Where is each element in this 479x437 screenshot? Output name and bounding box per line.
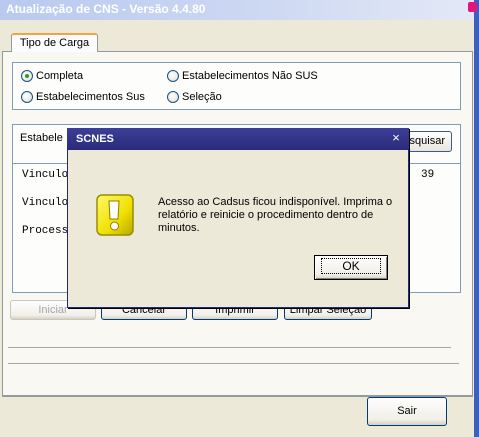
window-title: Atualização de CNS - Versão 4.4.80 [6, 2, 206, 16]
radio-selecao[interactable]: Seleção [167, 91, 222, 103]
warning-icon [95, 192, 135, 238]
radio-estabelecimentos-nao-sus[interactable]: Estabelecimentos Não SUS [167, 70, 318, 82]
radio-completa[interactable]: Completa [21, 70, 83, 82]
divider [8, 363, 459, 364]
estabelecimento-label: Estabele [20, 132, 63, 144]
result-line: Process [22, 225, 69, 237]
radio-checked-icon [21, 70, 33, 82]
close-icon[interactable] [468, 2, 477, 12]
radio-unchecked-icon [167, 91, 179, 103]
radio-label: Completa [36, 70, 84, 82]
dialog-titlebar [67, 128, 409, 150]
result-count: 39 [421, 169, 435, 181]
ok-button[interactable]: OK [314, 255, 388, 280]
radio-label: Seleção [182, 91, 222, 103]
radio-label: Estabelecimentos Não SUS [182, 70, 318, 82]
ok-button-label: OK [321, 258, 381, 274]
radio-unchecked-icon [21, 91, 33, 103]
sair-button[interactable]: Sair [367, 397, 447, 426]
dialog-message: Acesso ao Cadsus ficou indisponível. Imp… [158, 196, 393, 234]
result-line: Vinculo [22, 197, 69, 209]
radio-unchecked-icon [167, 70, 179, 82]
divider [8, 347, 451, 348]
dialog-title: SCNES [76, 133, 114, 145]
window-border [474, 0, 479, 437]
radio-label: Estabelecimentos Sus [36, 91, 145, 103]
close-icon[interactable]: × [389, 131, 403, 145]
result-line: Vinculo [22, 169, 69, 181]
tab-tipo-de-carga[interactable]: Tipo de Carga [11, 33, 98, 52]
radio-estabelecimentos-sus[interactable]: Estabelecimentos Sus [21, 91, 145, 103]
